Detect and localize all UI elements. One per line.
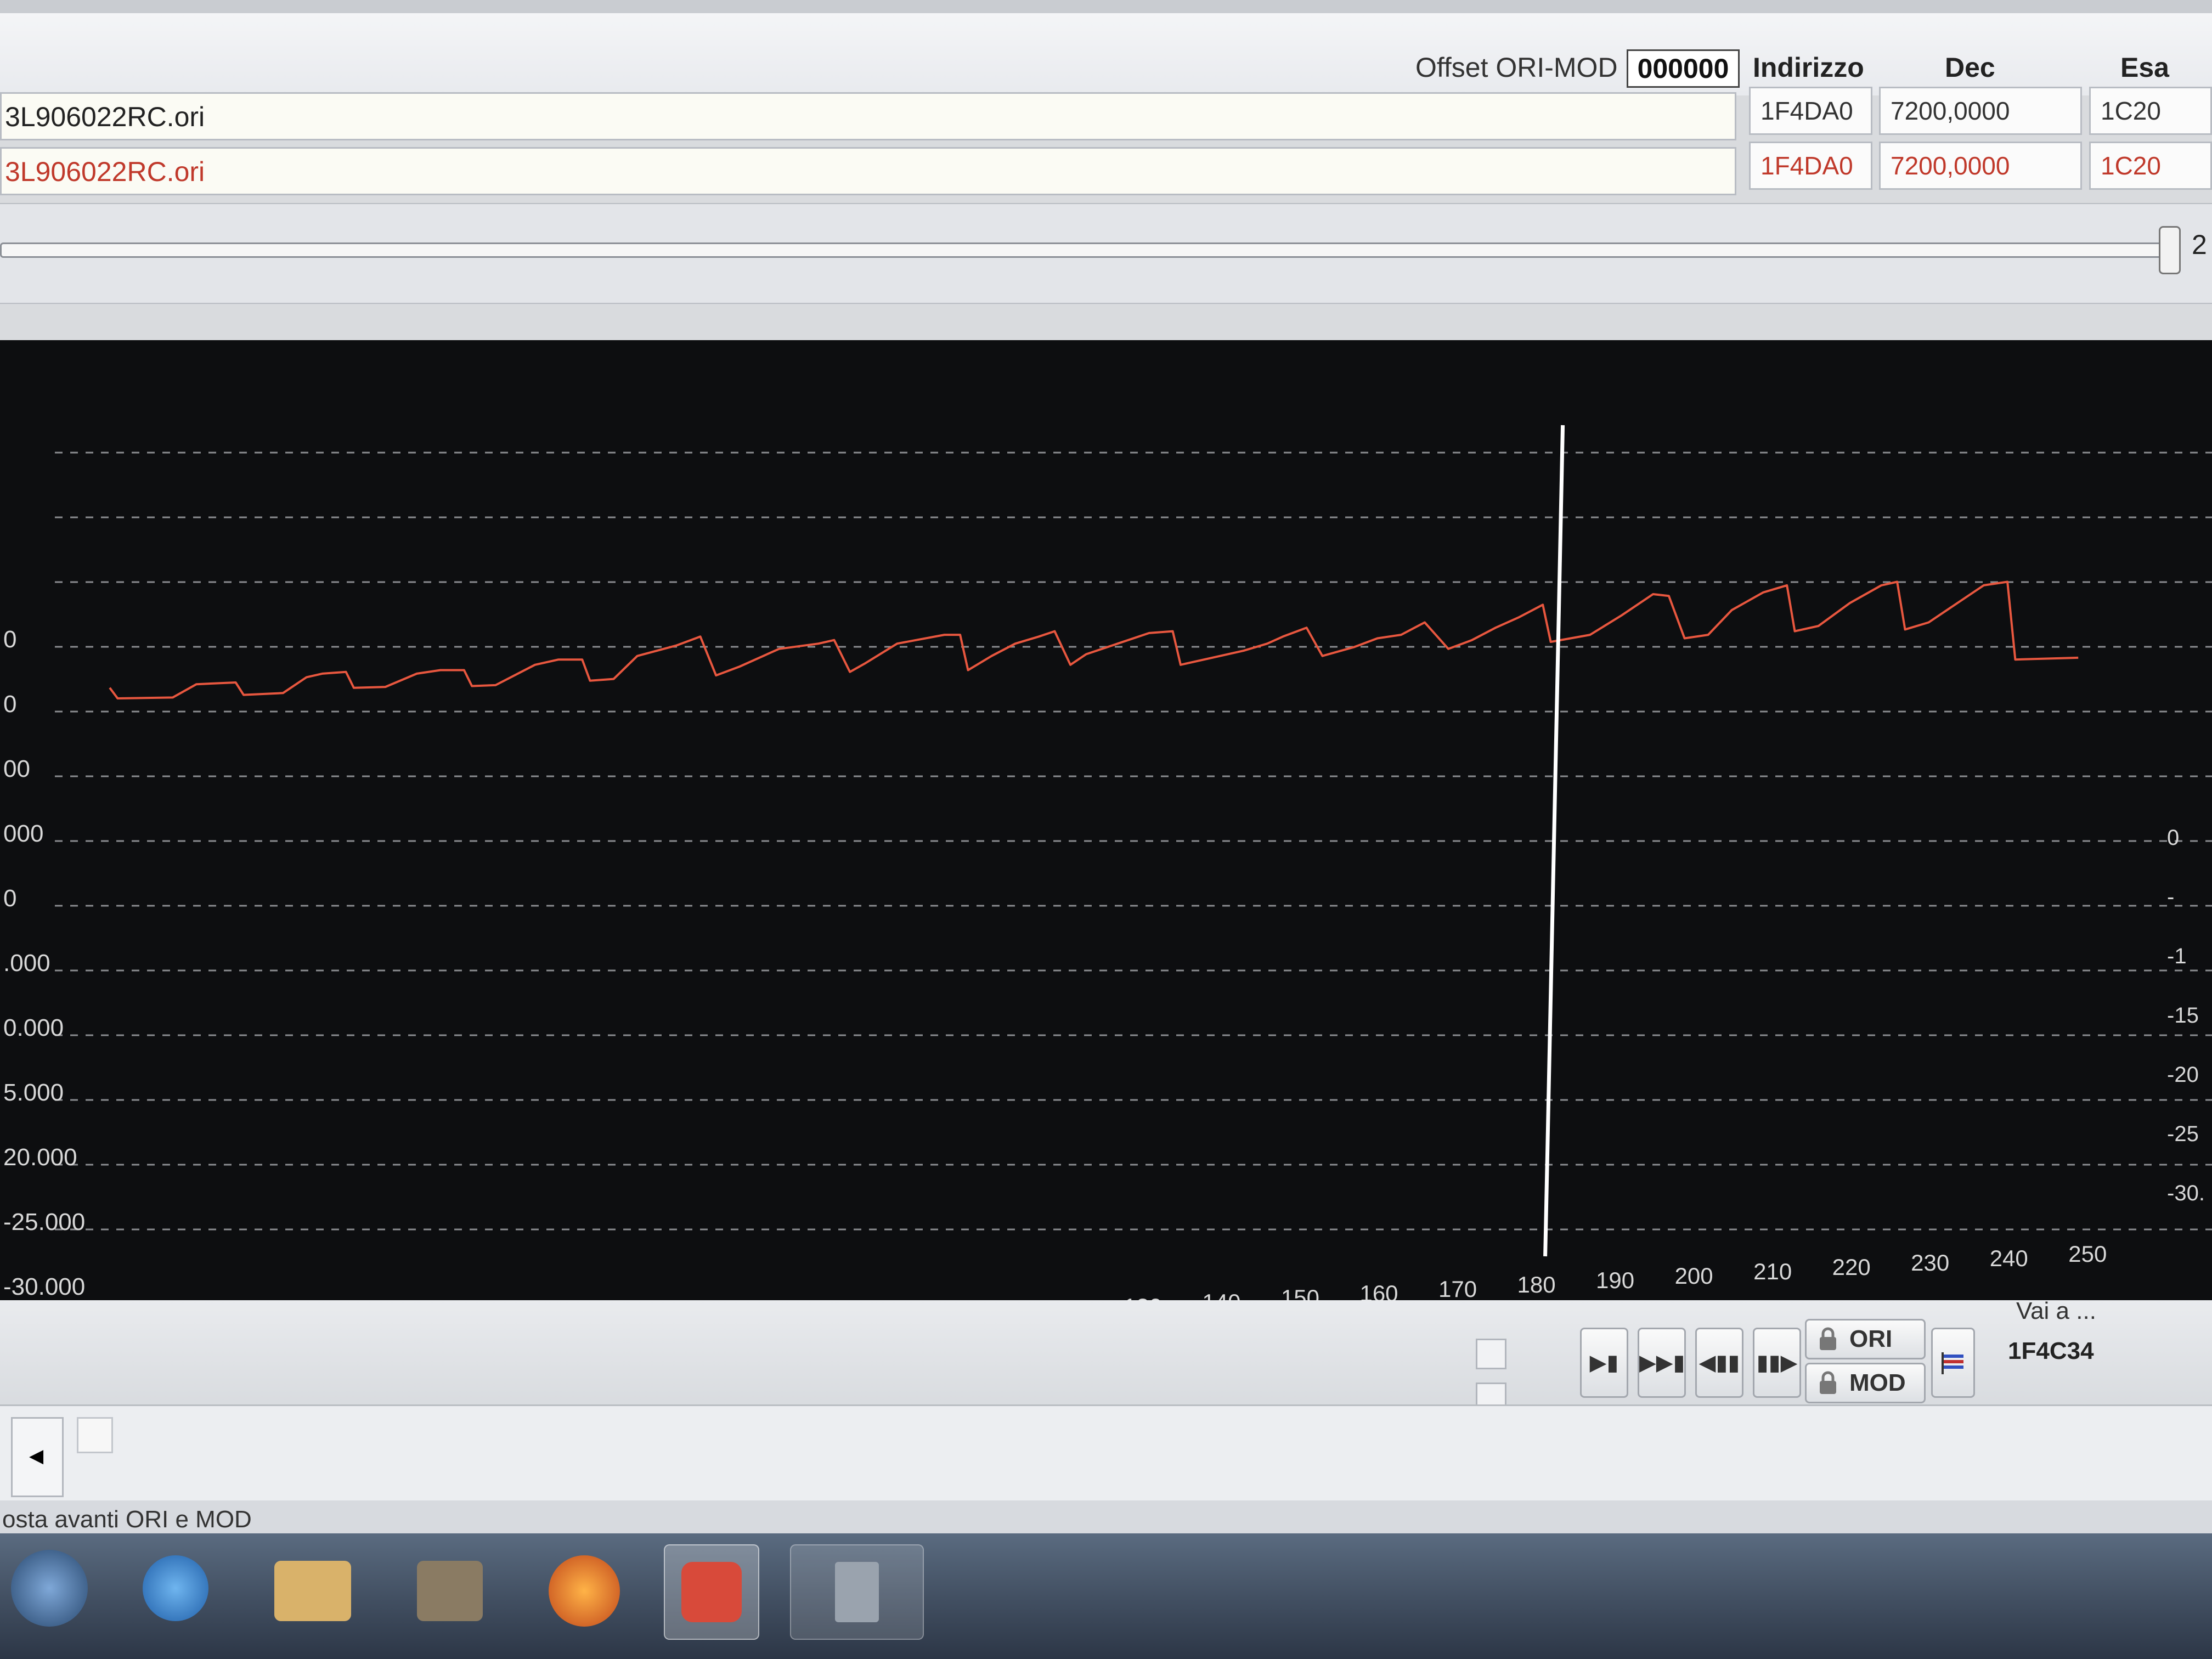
ori-hex-field[interactable]: 1C20 — [2089, 87, 2212, 135]
up-scroll-button[interactable] — [77, 1417, 113, 1453]
jump-end-icon: ▶▶▮ — [1639, 1351, 1685, 1375]
lock-icon — [1820, 1327, 1836, 1350]
mod-dec-field[interactable]: 7200,0000 — [1879, 142, 2082, 190]
y-tick-label: .000 — [3, 950, 50, 977]
y-tick-label: 0.000 — [3, 1014, 64, 1041]
y-tick-label-right: -1 — [2167, 944, 2187, 968]
address-column-header: Indirizzo — [1753, 52, 1864, 83]
dec-column-header: Dec — [1945, 52, 1995, 83]
lock-ori-button[interactable]: ORI — [1805, 1319, 1926, 1359]
lock-ori-label: ORI — [1849, 1325, 1893, 1352]
y-tick-label-right: - — [2167, 885, 2174, 909]
y-tick-label: 00 — [3, 755, 30, 782]
header-bar: Offset ORI-MOD 000000 Indirizzo Dec Esa — [0, 13, 2212, 95]
chevron-left-icon: ◀ — [29, 1446, 44, 1466]
goto-address-field[interactable]: 1F4C34 — [2008, 1338, 2094, 1365]
x-tick-label: 180 — [1517, 1272, 1556, 1297]
bottom-toolbar: ▶▮ ▶▶▮ ◀▮▮ ▮▮▶ ORI MOD — [0, 1300, 2212, 1421]
x-tick-label: 190 — [1596, 1267, 1634, 1293]
active-app-slot[interactable] — [664, 1544, 759, 1640]
folder-icon[interactable] — [274, 1561, 351, 1621]
y-tick-label: 0 — [3, 885, 16, 912]
prev-diff-icon: ◀▮▮ — [1699, 1351, 1740, 1375]
left-scroll-button[interactable]: ◀ — [11, 1417, 64, 1497]
y-tick-label: 0 — [3, 626, 16, 653]
y-tick-label-right: 0 — [2167, 826, 2179, 850]
next-diff-button[interactable]: ▮▮▶ — [1753, 1328, 1801, 1398]
y-tick-label: 0 — [3, 691, 16, 718]
next-diff-icon: ▮▮▶ — [1756, 1351, 1798, 1375]
mod-file-name: 3L906022RC.ori — [0, 147, 1736, 195]
step-forward-icon: ▶▮ — [1589, 1351, 1619, 1375]
offset-label: Offset ORI-MOD — [1415, 52, 1618, 83]
windows-taskbar — [0, 1533, 2212, 1659]
application-window: Offset ORI-MOD 000000 Indirizzo Dec Esa … — [0, 0, 2212, 1659]
x-tick-label: 170 — [1438, 1276, 1477, 1302]
series-line — [109, 580, 2079, 699]
slider-track[interactable] — [0, 242, 2176, 258]
lower-panel: ◀ — [0, 1404, 2212, 1505]
lock-mod-label: MOD — [1849, 1369, 1906, 1396]
y-tick-label: -25.000 — [3, 1209, 85, 1235]
ori-file-name: 3L906022RC.ori — [0, 92, 1736, 140]
goto-label: Vai a ... — [2016, 1297, 2096, 1324]
browser-icon[interactable] — [143, 1555, 208, 1621]
y-tick-label-right: -30. — [2167, 1181, 2205, 1205]
y-tick-label-right: -25 — [2167, 1122, 2199, 1146]
graph-panel[interactable]: 0 0 00 000 0.000 0.000 5.000 20.000 -25.000 -30.0… — [0, 340, 2212, 1339]
calculator-slot[interactable] — [790, 1544, 924, 1640]
lock-mod-button[interactable]: MOD — [1805, 1363, 1926, 1403]
calculator-icon — [835, 1562, 879, 1622]
slider-thumb[interactable] — [2159, 226, 2181, 274]
ori-address-field[interactable]: 1F4DA0 — [1749, 87, 1872, 135]
lock-icon — [1820, 1371, 1836, 1394]
mod-address-field[interactable]: 1F4DA0 — [1749, 142, 1872, 190]
x-tick-label: 230 — [1911, 1250, 1949, 1276]
y-tick-label: 5.000 — [3, 1079, 64, 1106]
zoom-slider-panel: 2 — [0, 203, 2212, 304]
x-tick-label: 220 — [1832, 1254, 1871, 1280]
title-strip — [0, 0, 2212, 14]
y-tick-label-right: -20 — [2167, 1063, 2199, 1087]
step-forward-button[interactable]: ▶▮ — [1580, 1328, 1628, 1398]
start-icon[interactable] — [11, 1550, 88, 1627]
flag-icon — [1942, 1352, 1963, 1374]
y-tick-label-right: -15 — [2167, 1003, 2199, 1028]
x-tick-label: 250 — [2068, 1241, 2107, 1267]
y-tick-label: 000 — [3, 820, 43, 847]
jump-end-button[interactable]: ▶▶▮ — [1638, 1328, 1686, 1398]
ecu-app-icon — [681, 1562, 742, 1622]
flag-button[interactable] — [1931, 1328, 1975, 1398]
media-icon[interactable] — [417, 1561, 483, 1621]
y-tick-label: 20.000 — [3, 1144, 77, 1171]
prev-diff-button[interactable]: ◀▮▮ — [1695, 1328, 1743, 1398]
x-tick-label: 240 — [1990, 1245, 2028, 1271]
line-chart[interactable]: 00000000.0000.0005.00020.000-25.000-30.0… — [0, 340, 2212, 1339]
y-tick-label: -30.000 — [3, 1273, 85, 1300]
x-tick-label: 210 — [1753, 1259, 1792, 1284]
checkbox-ori[interactable] — [1476, 1339, 1506, 1369]
offset-field[interactable]: 000000 — [1627, 49, 1740, 88]
x-tick-label: 200 — [1675, 1263, 1713, 1289]
mod-hex-field[interactable]: 1C20 — [2089, 142, 2212, 190]
slider-value: 2 — [2192, 229, 2207, 260]
hex-column-header: Esa — [2120, 52, 2169, 83]
ori-dec-field[interactable]: 7200,0000 — [1879, 87, 2082, 135]
firefox-icon[interactable] — [549, 1555, 620, 1627]
